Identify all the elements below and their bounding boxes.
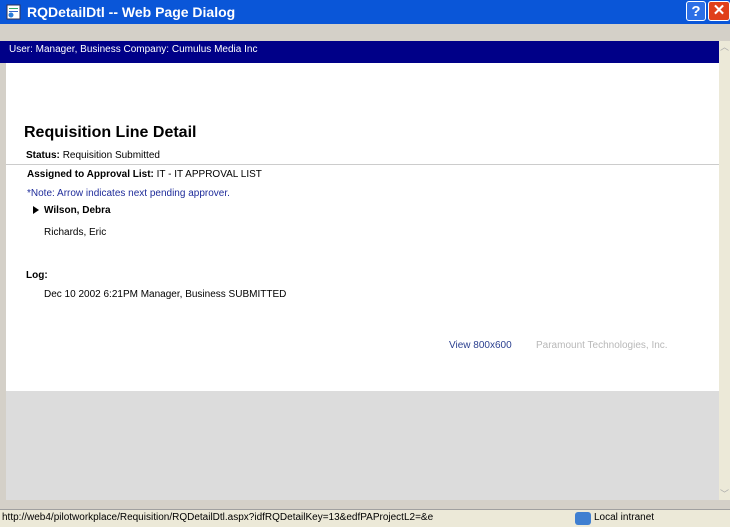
zone-label: Local intranet [594,512,655,523]
status-bar: http://web4/pilotworkplace/Requisition/R… [0,509,730,527]
status-url: http://web4/pilotworkplace/Requisition/R… [2,512,434,523]
title-bar[interactable]: RQDetailDtl -- Web Page Dialog ? ✕ [0,0,730,24]
page-title: Requisition Line Detail [24,124,197,141]
approval-list-line: Assigned to Approval List: IT - IT APPRO… [27,169,262,180]
dialog-window: RQDetailDtl -- Web Page Dialog ? ✕ User:… [0,0,730,527]
approver-item: Richards, Eric [44,227,107,238]
pending-arrow-icon [33,206,39,214]
close-button[interactable]: ✕ [708,1,730,21]
company-credit: Paramount Technologies, Inc. [536,340,668,351]
status-value: Requisition Submitted [62,150,160,161]
status-label: Status: [26,150,60,161]
status-line: Status: Requisition Submitted [26,150,160,161]
approval-list-label: Assigned to Approval List: [27,169,154,180]
user-info-text: User: Manager, Business Company: Cumulus… [9,44,258,55]
page-footer [6,391,719,500]
approver-note: *Note: Arrow indicates next pending appr… [27,188,230,199]
log-entry: Dec 10 2002 6:21PM Manager, Business SUB… [44,289,287,300]
log-label: Log: [26,270,48,281]
approver-item: Wilson, Debra [44,205,111,216]
approval-list-value: IT - IT APPROVAL LIST [156,169,262,180]
vertical-scrollbar[interactable]: ︿ ﹀ [719,41,730,500]
scroll-up-icon[interactable]: ︿ [719,41,730,53]
view-800x600-link[interactable]: View 800x600 [449,340,512,351]
help-button[interactable]: ? [686,1,706,21]
intranet-zone-icon [575,512,591,525]
window-title: RQDetailDtl -- Web Page Dialog [27,4,236,20]
scroll-down-icon[interactable]: ﹀ [719,488,730,500]
ie-page-icon [6,4,21,20]
